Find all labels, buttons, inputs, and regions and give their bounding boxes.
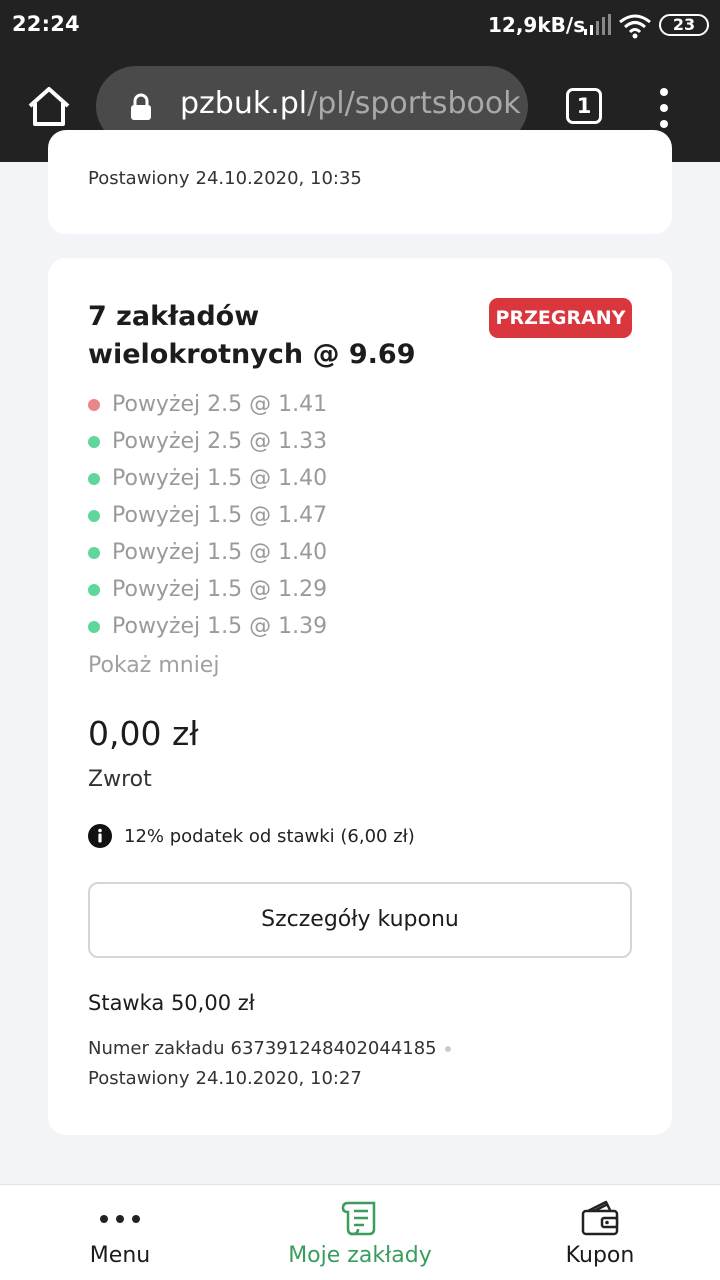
tab-count-button[interactable]: 1 [566, 88, 602, 124]
lock-icon [131, 93, 151, 120]
result-dot [88, 620, 100, 633]
leg-text: Powyżej 2.5 @ 1.33 [112, 429, 328, 454]
show-less-link[interactable]: Pokaż mniej [88, 653, 219, 678]
coupon-details-button[interactable]: Szczegóły kuponu [88, 882, 632, 958]
signal-icon [584, 14, 611, 35]
result-dot [88, 435, 100, 448]
bet-legs-list: Powyżej 2.5 @ 1.41 Powyżej 2.5 @ 1.33 Po… [88, 386, 608, 645]
nav-menu[interactable]: Menu [0, 1185, 240, 1280]
nav-coupon-label: Kupon [565, 1243, 635, 1268]
payout-label: Zwrot [88, 767, 152, 792]
leg-text: Powyżej 1.5 @ 1.47 [112, 503, 328, 528]
list-item: Powyżej 1.5 @ 1.47 [88, 497, 608, 534]
info-icon [88, 824, 112, 848]
result-dot [88, 583, 100, 596]
placed-value: 24.10.2020, 10:27 [195, 1068, 362, 1089]
status-badge: PRZEGRANY [489, 298, 632, 338]
wifi-icon [619, 14, 651, 39]
url-path: /pl/sportsbook [307, 86, 521, 121]
previous-bet-card: Postawiony 24.10.2020, 10:35 [48, 130, 672, 234]
placed-line: Postawiony 24.10.2020, 10:27 [88, 1068, 362, 1089]
result-dot [88, 546, 100, 559]
bet-card: 7 zakładów wielokrotnych @ 9.69 PRZEGRAN… [48, 258, 672, 1135]
previous-placed-line: Postawiony 24.10.2020, 10:35 [88, 168, 362, 189]
leg-text: Powyżej 1.5 @ 1.40 [112, 540, 328, 565]
home-icon[interactable] [26, 84, 72, 130]
overflow-menu-icon[interactable] [654, 88, 674, 128]
list-item: Powyżej 1.5 @ 1.29 [88, 571, 608, 608]
result-dot [88, 472, 100, 485]
leg-text: Powyżej 1.5 @ 1.40 [112, 466, 328, 491]
list-item: Powyżej 2.5 @ 1.41 [88, 386, 608, 423]
placed-label: Postawiony [88, 1068, 190, 1089]
status-time: 22:24 [12, 12, 80, 36]
payout-value: 0,00 zł [88, 714, 199, 753]
leg-text: Powyżej 1.5 @ 1.29 [112, 577, 328, 602]
nav-coupon[interactable]: Kupon [480, 1185, 720, 1280]
scroll-receipt-icon [341, 1201, 376, 1236]
list-item: Powyżej 1.5 @ 1.40 [88, 460, 608, 497]
nav-menu-label: Menu [89, 1243, 151, 1268]
bet-title: 7 zakładów wielokrotnych @ 9.69 [88, 301, 416, 370]
result-dot [88, 509, 100, 522]
url-host: pzbuk.pl [180, 86, 308, 121]
list-item: Powyżej 1.5 @ 1.40 [88, 534, 608, 571]
status-bar: 22:24 12,9kB/s 23 [0, 0, 720, 52]
bet-number-label: Numer zakładu [88, 1038, 225, 1059]
battery-icon: 23 [659, 14, 709, 36]
tax-text: 12% podatek od stawki (6,00 zł) [124, 825, 415, 847]
placed-value: 24.10.2020, 10:35 [195, 168, 362, 189]
placed-label: Postawiony [88, 168, 190, 189]
bet-number-value: 637391248402044185 [230, 1038, 437, 1059]
leg-text: Powyżej 1.5 @ 1.39 [112, 614, 328, 639]
leg-text: Powyżej 2.5 @ 1.41 [112, 392, 328, 417]
bottom-nav: Menu Moje zakłady Kupon [0, 1184, 720, 1280]
stake-text: Stawka 50,00 zł [88, 991, 255, 1015]
more-dots-icon [100, 1215, 140, 1223]
list-item: Powyżej 2.5 @ 1.33 [88, 423, 608, 460]
tax-note: 12% podatek od stawki (6,00 zł) [88, 824, 415, 848]
network-speed: 12,9kB/s [488, 13, 586, 37]
nav-my-bets[interactable]: Moje zakłady [240, 1185, 480, 1280]
separator-dot [444, 1046, 451, 1052]
nav-my-bets-label: Moje zakłady [288, 1243, 432, 1268]
wallet-icon [581, 1200, 619, 1236]
url-text: pzbuk.pl/pl/sportsbook [180, 86, 521, 121]
result-dot [88, 398, 100, 411]
bet-number-line: Numer zakładu 637391248402044185 [88, 1038, 451, 1059]
list-item: Powyżej 1.5 @ 1.39 [88, 608, 608, 645]
